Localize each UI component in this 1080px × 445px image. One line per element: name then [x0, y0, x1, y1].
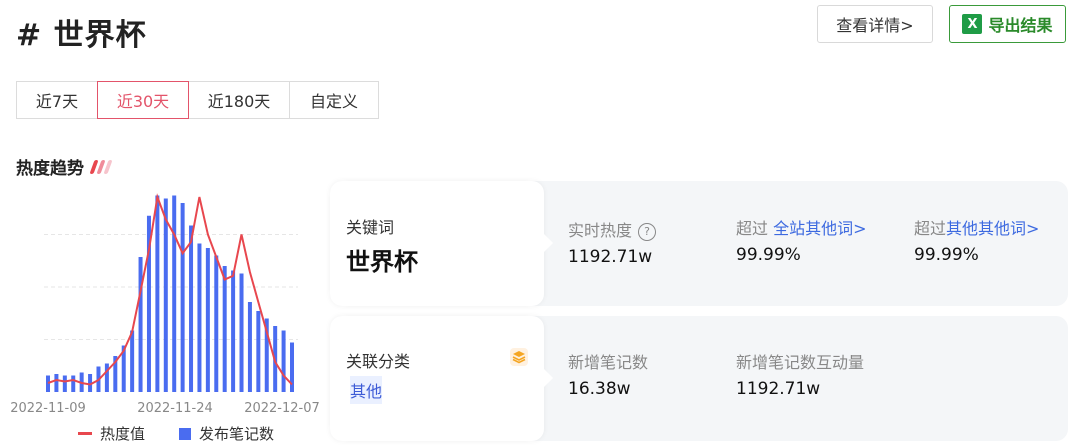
- category-value[interactable]: 其他: [350, 376, 383, 404]
- x-tick-label: 2022-11-24: [137, 401, 213, 416]
- beyond-other-value: 99.99%: [914, 245, 979, 265]
- note-count-bar: [155, 195, 160, 392]
- chart-legend: 热度值 发布笔记数: [78, 423, 274, 444]
- legend-bar-swatch: [179, 427, 192, 440]
- heat-trend-title: 热度趋势: [16, 159, 84, 179]
- legend-heat-value: 热度值: [100, 425, 146, 443]
- note-count-bar: [104, 363, 109, 392]
- note-count-bar: [205, 248, 210, 392]
- legend-note-count: 发布笔记数: [199, 425, 275, 443]
- time-range-tabs: 近7天 近30天 近180天 自定义: [16, 81, 379, 119]
- note-count-bar: [46, 375, 50, 392]
- heat-trend-chart: 2022-11-09 2022-11-24 2022-12-07: [10, 193, 320, 416]
- keyword-label: 关键词: [346, 218, 395, 237]
- note-count-bar: [130, 330, 135, 392]
- realtime-heat-label: 实时热度?: [568, 217, 657, 241]
- beyond-prefix: 超过: [914, 219, 947, 238]
- note-count-bar: [189, 225, 194, 392]
- x-tick-label: 2022-11-09: [10, 401, 86, 416]
- legend-line-swatch: [78, 432, 92, 435]
- note-count-bar: [180, 203, 185, 392]
- x-tick-label: 2022-12-07: [244, 401, 320, 416]
- export-label: 导出结果: [988, 16, 1053, 35]
- category-stats-card: 关联分类 其他 新增笔记数 16.38w 新增笔记数互动量 1192.71w: [330, 316, 1068, 441]
- beyond-all-value: 99.99%: [736, 245, 801, 265]
- layers-icon: [510, 348, 528, 366]
- note-count-bar: [256, 311, 261, 392]
- decorative-slashes-icon: [89, 159, 113, 174]
- note-count-bar: [290, 342, 294, 392]
- keyword-stats-card: 关键词 世界杯 实时热度? 1192.71w 超过 全站其他词> 99.99% …: [330, 181, 1068, 306]
- new-notes-label: 新增笔记数: [568, 353, 649, 372]
- realtime-heat-text: 实时热度: [568, 221, 633, 240]
- beyond-other-link[interactable]: 其他其他词>: [946, 219, 1039, 238]
- note-count-bar: [172, 195, 177, 392]
- note-count-bar: [231, 270, 236, 392]
- keyword-panel: 关键词 世界杯: [330, 181, 553, 306]
- interaction-value: 1192.71w: [736, 379, 821, 399]
- beyond-prefix: 超过: [736, 219, 769, 238]
- note-count-bar: [71, 375, 76, 392]
- note-count-bar: [163, 198, 168, 392]
- excel-icon: X: [962, 14, 983, 34]
- note-count-bar: [197, 243, 202, 392]
- help-icon[interactable]: ?: [638, 222, 657, 241]
- export-results-button[interactable]: X 导出结果: [949, 5, 1066, 43]
- tab-7-days[interactable]: 近7天: [16, 81, 98, 119]
- tab-180-days[interactable]: 近180天: [188, 81, 290, 119]
- note-count-bar: [247, 302, 252, 392]
- note-count-bar: [281, 330, 286, 392]
- note-count-bar: [54, 374, 59, 392]
- note-count-bar: [222, 266, 227, 392]
- page-title: # 世界杯: [16, 18, 147, 53]
- new-notes-value: 16.38w: [568, 379, 631, 399]
- keyword-value: 世界杯: [346, 248, 418, 276]
- realtime-heat-value: 1192.71w: [568, 247, 653, 267]
- heat-trend-heading: 热度趋势: [16, 154, 113, 179]
- heat-value-line: [47, 193, 293, 386]
- note-count-bar: [239, 273, 244, 392]
- tab-custom[interactable]: 自定义: [289, 81, 379, 119]
- category-panel: 关联分类 其他: [330, 316, 553, 441]
- note-count-bar: [62, 375, 67, 392]
- view-details-button[interactable]: 查看详情>: [817, 5, 933, 43]
- beyond-all-label: 超过 全站其他词>: [736, 215, 867, 239]
- beyond-all-link[interactable]: 全站其他词>: [773, 219, 866, 238]
- category-label: 关联分类: [346, 352, 411, 371]
- interaction-label: 新增笔记数互动量: [736, 353, 865, 372]
- beyond-other-label: 超过其他其他词>: [914, 215, 1039, 239]
- tab-30-days[interactable]: 近30天: [97, 81, 189, 119]
- note-count-bar: [214, 255, 219, 392]
- note-count-bar: [138, 257, 143, 392]
